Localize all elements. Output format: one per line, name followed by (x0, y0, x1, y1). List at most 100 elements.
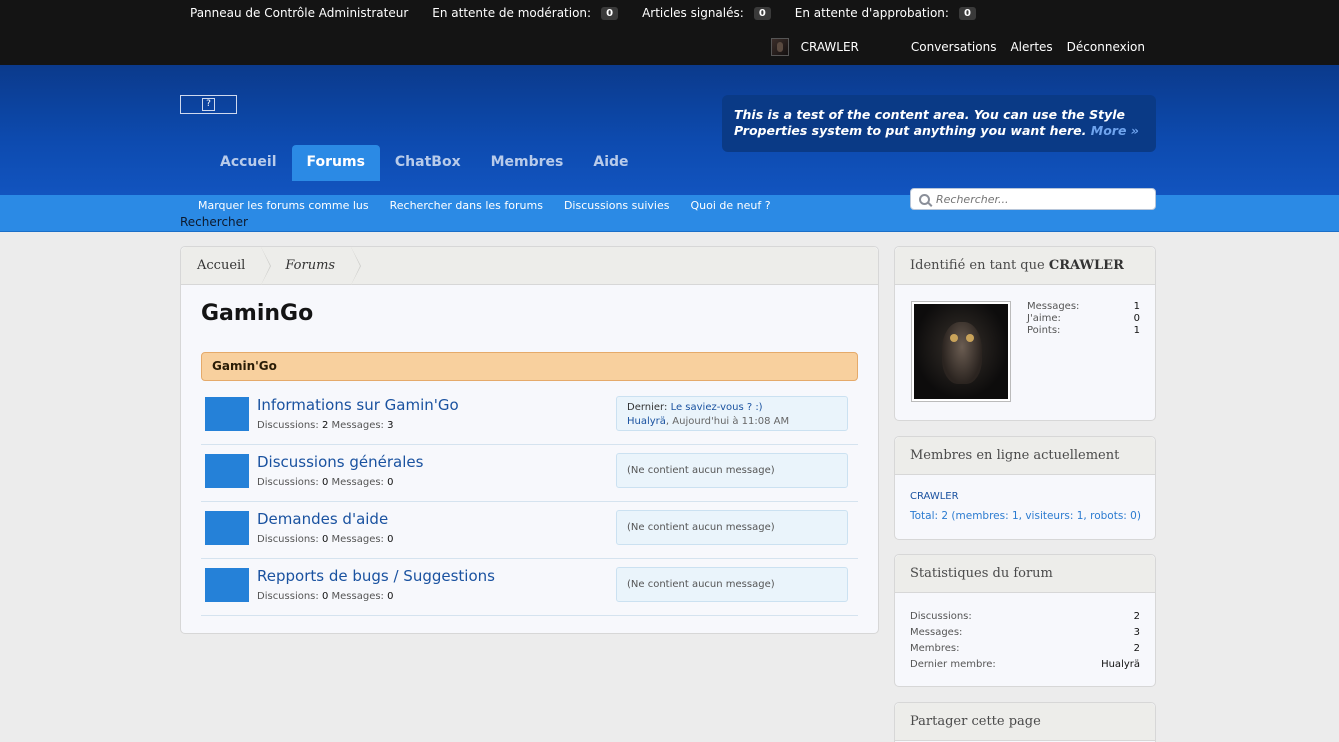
forum-list: Informations sur Gamin'Go Discussions: 2… (201, 388, 858, 616)
identity-prefix: Identifié en tant que (910, 258, 1045, 273)
reported-items-count: 0 (753, 6, 771, 20)
forum-icon[interactable] (205, 454, 249, 488)
moderation-queue-link[interactable]: En attente de modération: (432, 6, 591, 20)
forum-stat-row: Messages: 3 (910, 627, 1140, 638)
site-header: ? This is a test of the content area. Yo… (0, 65, 1339, 195)
page-title: GaminGo (201, 301, 314, 326)
forum-row: Demandes d'aide Discussions: 0 Messages:… (201, 502, 858, 559)
breadcrumb-accueil[interactable]: Accueil (181, 246, 272, 285)
mark-forums-read-link[interactable]: Marquer les forums comme lus (198, 199, 369, 212)
forum-stats: Discussions: 0 Messages: 0 (257, 591, 394, 602)
forum-stats: Discussions: 0 Messages: 0 (257, 534, 394, 545)
main-content: Accueil Forums GaminGo Gamin'Go Informat… (180, 246, 879, 634)
messages-count: 0 (387, 591, 394, 602)
last-post-box: (Ne contient aucun message) (616, 567, 848, 602)
forum-title[interactable]: Informations sur Gamin'Go (257, 396, 459, 414)
forum-icon[interactable] (205, 511, 249, 545)
breadcrumb-forums[interactable]: Forums (269, 246, 361, 285)
search-box[interactable] (910, 188, 1156, 210)
forum-title[interactable]: Repports de bugs / Suggestions (257, 567, 495, 585)
username-link[interactable]: CRAWLER (801, 40, 859, 54)
discussions-count: 0 (321, 534, 329, 545)
online-member-link[interactable]: CRAWLER (910, 491, 959, 502)
forum-stat-row: Discussions: 2 (910, 611, 1140, 622)
share-heading: Partager cette page (895, 703, 1155, 741)
last-post-prefix: Dernier: (627, 402, 668, 413)
user-stat-row: Points: 1 (1027, 325, 1140, 336)
user-nav: CRAWLER Conversations Alertes Déconnexio… (770, 37, 1145, 57)
forum-row: Informations sur Gamin'Go Discussions: 2… (201, 388, 858, 445)
discussions-count: 2 (321, 420, 329, 431)
identity-name[interactable]: CRAWLER (1049, 258, 1124, 273)
forum-stats: Discussions: 2 Messages: 3 (257, 420, 394, 431)
forum-stats-list: Discussions: 2 Messages: 3 Membres: 2 Derni… (910, 609, 1140, 673)
user-stats: Messages: 1 J'aime: 0 Points: 1 (1027, 301, 1140, 337)
sidebar-identity: Identifié en tant que CRAWLER Messages: 1… (894, 246, 1156, 421)
user-avatar[interactable] (770, 38, 789, 56)
discussions-label: Discussions: (257, 477, 319, 488)
discussions-label: Discussions: (257, 534, 319, 545)
identity-heading: Identifié en tant que CRAWLER (895, 247, 1155, 285)
moderation-queue-count: 0 (601, 6, 619, 20)
breadcrumb: Accueil Forums (181, 246, 878, 285)
tab-aide[interactable]: Aide (578, 145, 643, 181)
online-total[interactable]: Total: 2 (membres: 1, visiteurs: 1, robo… (910, 510, 1141, 522)
forum-icon[interactable] (205, 568, 249, 602)
discussions-label: Discussions: (257, 420, 319, 431)
forum-stat-row: Membres: 2 (910, 643, 1140, 654)
last-post-box: Dernier: Le saviez-vous ? :) Hualyrä, Au… (616, 396, 848, 431)
reported-items-link[interactable]: Articles signalés: (642, 6, 744, 20)
approval-queue-link[interactable]: En attente d'approbation: (795, 6, 949, 20)
admin-control-panel-link[interactable]: Panneau de Contrôle Administrateur (190, 6, 408, 20)
admin-moderation-bar: Panneau de Contrôle Administrateur En at… (190, 4, 1000, 22)
forum-row: Repports de bugs / Suggestions Discussio… (201, 559, 858, 616)
watched-threads-link[interactable]: Discussions suivies (564, 199, 670, 212)
approval-queue-count: 0 (958, 6, 976, 20)
online-heading: Membres en ligne actuellement (895, 437, 1155, 475)
conversations-link[interactable]: Conversations (911, 40, 997, 54)
messages-label: Messages: (331, 477, 384, 488)
logout-link[interactable]: Déconnexion (1067, 40, 1145, 54)
sidebar-online-members: Membres en ligne actuellement CRAWLER To… (894, 436, 1156, 540)
forum-stats: Discussions: 0 Messages: 0 (257, 477, 394, 488)
last-post-time: , Aujourd'hui à 11:08 AM (665, 416, 790, 427)
discussions-count: 0 (321, 591, 329, 602)
messages-count: 0 (387, 477, 394, 488)
sidebar-forum-stats: Statistiques du forum Discussions: 2 Mess… (894, 554, 1156, 687)
last-post-box: (Ne contient aucun message) (616, 510, 848, 545)
sub-navigation: Marquer les forums comme lus Rechercher … (0, 188, 1339, 232)
sidebar-share: Partager cette page (894, 702, 1156, 742)
messages-label: Messages: (331, 534, 384, 545)
broken-image-icon: ? (202, 98, 215, 111)
tab-accueil[interactable]: Accueil (205, 145, 292, 181)
tab-chatbox[interactable]: ChatBox (380, 145, 476, 181)
discussions-label: Discussions: (257, 591, 319, 602)
owl-image (914, 304, 1008, 399)
alerts-link[interactable]: Alertes (1010, 40, 1052, 54)
messages-count: 3 (387, 420, 394, 431)
profile-avatar[interactable] (911, 301, 1011, 402)
latest-member-link[interactable]: Hualyrä (1101, 657, 1140, 673)
site-logo[interactable]: ? (180, 95, 237, 114)
forum-icon[interactable] (205, 397, 249, 431)
forum-stats-heading: Statistiques du forum (895, 555, 1155, 593)
search-label[interactable]: Rechercher (180, 215, 248, 229)
notice-more-link[interactable]: More » (1091, 123, 1139, 138)
admin-bar: Panneau de Contrôle Administrateur En at… (0, 0, 1339, 65)
last-post-user[interactable]: Hualyrä (627, 416, 666, 427)
category-header[interactable]: Gamin'Go (201, 352, 858, 381)
tab-membres[interactable]: Membres (476, 145, 579, 181)
forum-title[interactable]: Demandes d'aide (257, 510, 388, 528)
last-post-title[interactable]: Le saviez-vous ? :) (671, 402, 763, 413)
search-forums-link[interactable]: Rechercher dans les forums (390, 199, 543, 212)
tab-forums[interactable]: Forums (291, 145, 380, 181)
messages-count: 0 (387, 534, 394, 545)
whats-new-link[interactable]: Quoi de neuf ? (691, 199, 771, 212)
discussions-count: 0 (321, 477, 329, 488)
search-input[interactable] (936, 192, 1146, 206)
forum-title[interactable]: Discussions générales (257, 453, 423, 471)
forum-stat-row: Dernier membre: Hualyrä (910, 657, 1140, 673)
forum-row: Discussions générales Discussions: 0 Mes… (201, 445, 858, 502)
messages-label: Messages: (331, 420, 384, 431)
main-nav-tabs: Accueil Forums ChatBox Membres Aide (205, 145, 644, 181)
